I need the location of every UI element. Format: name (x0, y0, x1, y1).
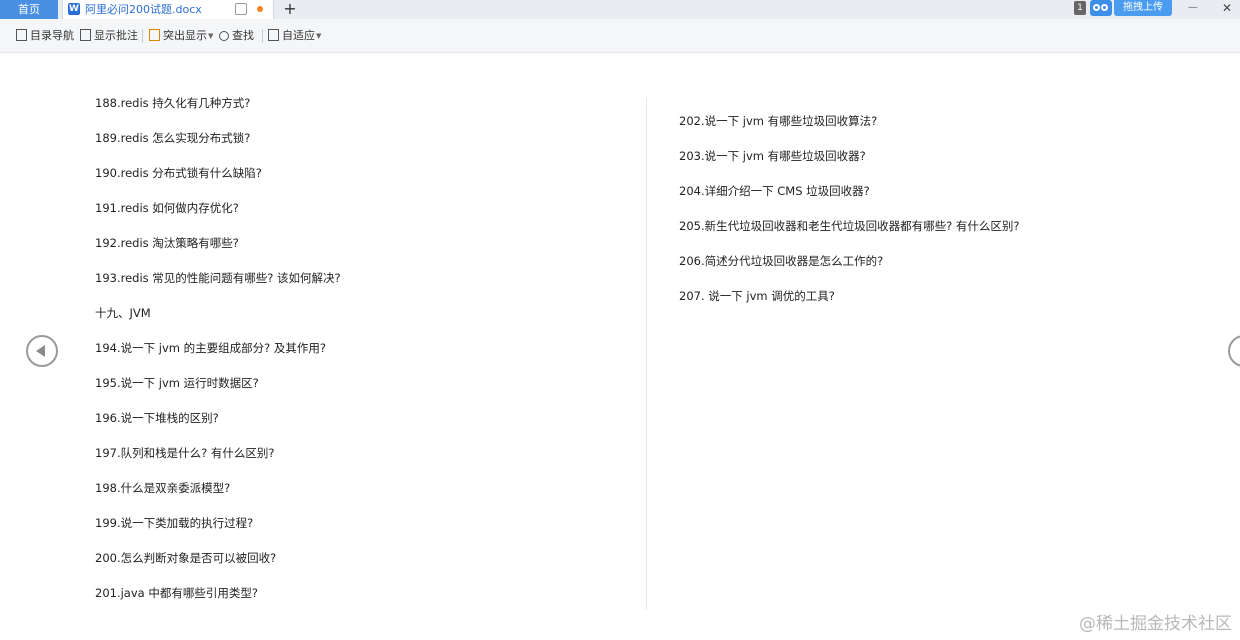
question-line: 206.简述分代垃圾回收器是怎么工作的? (679, 254, 884, 268)
question-line: 194.说一下 jvm 的主要组成部分? 及其作用? (95, 341, 326, 355)
unsaved-dot-icon (257, 6, 263, 12)
question-line: 203.说一下 jvm 有哪些垃圾回收器? (679, 149, 866, 163)
question-line: 207. 说一下 jvm 调优的工具? (679, 289, 835, 303)
outline-icon (16, 29, 27, 41)
tab-home[interactable]: 首页 (0, 0, 58, 19)
word-doc-icon: W (68, 3, 80, 15)
next-page-button[interactable] (1228, 335, 1240, 367)
close-button[interactable]: ✕ (1222, 0, 1232, 16)
question-line: 199.说一下类加载的执行过程? (95, 516, 254, 530)
question-line: 198.什么是双亲委派模型? (95, 481, 231, 495)
question-line: 204.详细介绍一下 CMS 垃圾回收器? (679, 184, 870, 198)
question-line: 193.redis 常见的性能问题有哪些? 该如何解决? (95, 271, 341, 285)
fit-page-icon (268, 29, 279, 41)
question-line: 188.redis 持久化有几种方式? (95, 96, 251, 110)
question-line: 205.新生代垃圾回收器和老生代垃圾回收器都有哪些? 有什么区别? (679, 219, 1020, 233)
question-line: 189.redis 怎么实现分布式锁? (95, 131, 251, 145)
watermark: @稀土掘金技术社区 (1079, 614, 1232, 634)
question-line: 196.说一下堆栈的区别? (95, 411, 219, 425)
show-comments-label: 显示批注 (94, 29, 138, 42)
highlight-button[interactable]: 突出显示▼ (149, 27, 213, 45)
document-tab-title: 阿里必问200试题.docx (85, 3, 202, 16)
toolbar-divider (142, 29, 143, 43)
search-icon (219, 31, 229, 41)
new-tab-button[interactable]: + (282, 0, 298, 19)
chevron-down-icon: ▼ (316, 32, 322, 40)
reader-toolbar: 目录导航 显示批注 突出显示▼ 查找 自适应▼ (0, 19, 1240, 53)
question-line: 202.说一下 jvm 有哪些垃圾回收算法? (679, 114, 878, 128)
fit-page-label: 自适应 (282, 29, 315, 42)
chevron-down-icon: ▼ (208, 32, 214, 40)
show-comments-button[interactable]: 显示批注 (80, 27, 138, 45)
find-label: 查找 (232, 29, 254, 42)
outline-nav-button[interactable]: 目录导航 (16, 27, 74, 45)
question-line: 201.java 中都有哪些引用类型? (95, 586, 258, 600)
tab-document[interactable]: W 阿里必问200试题.docx (62, 0, 274, 19)
question-line: 192.redis 淘汰策略有哪些? (95, 236, 239, 250)
find-button[interactable]: 查找 (219, 27, 254, 45)
highlight-label: 突出显示 (163, 29, 207, 42)
question-line: 200.怎么判断对象是否可以被回收? (95, 551, 277, 565)
cloud-icon[interactable] (1090, 0, 1112, 16)
question-line: 197.队列和栈是什么? 有什么区别? (95, 446, 275, 460)
tab-pin-icon[interactable] (235, 3, 247, 15)
outline-nav-label: 目录导航 (30, 29, 74, 42)
window-count-badge: 1 (1074, 1, 1086, 15)
comment-icon (80, 29, 91, 41)
question-line: 191.redis 如何做内存优化? (95, 201, 239, 215)
highlight-icon (149, 29, 160, 41)
drag-upload-button[interactable]: 拖拽上传 (1114, 0, 1172, 16)
window-controls: 1 拖拽上传 — ✕ (1070, 0, 1240, 19)
toolbar-divider (262, 29, 263, 43)
section-heading: 十九、JVM (95, 306, 151, 320)
question-line: 190.redis 分布式锁有什么缺陷? (95, 166, 262, 180)
page-divider (646, 98, 647, 610)
tab-bar: 首页 W 阿里必问200试题.docx + 1 拖拽上传 — ✕ (0, 0, 1240, 20)
fit-page-button[interactable]: 自适应▼ (268, 27, 321, 45)
question-line: 195.说一下 jvm 运行时数据区? (95, 376, 259, 390)
previous-page-button[interactable] (26, 335, 58, 367)
document-page: 188.redis 持久化有几种方式? 189.redis 怎么实现分布式锁? … (0, 53, 1240, 640)
minimize-button[interactable]: — (1188, 0, 1198, 16)
